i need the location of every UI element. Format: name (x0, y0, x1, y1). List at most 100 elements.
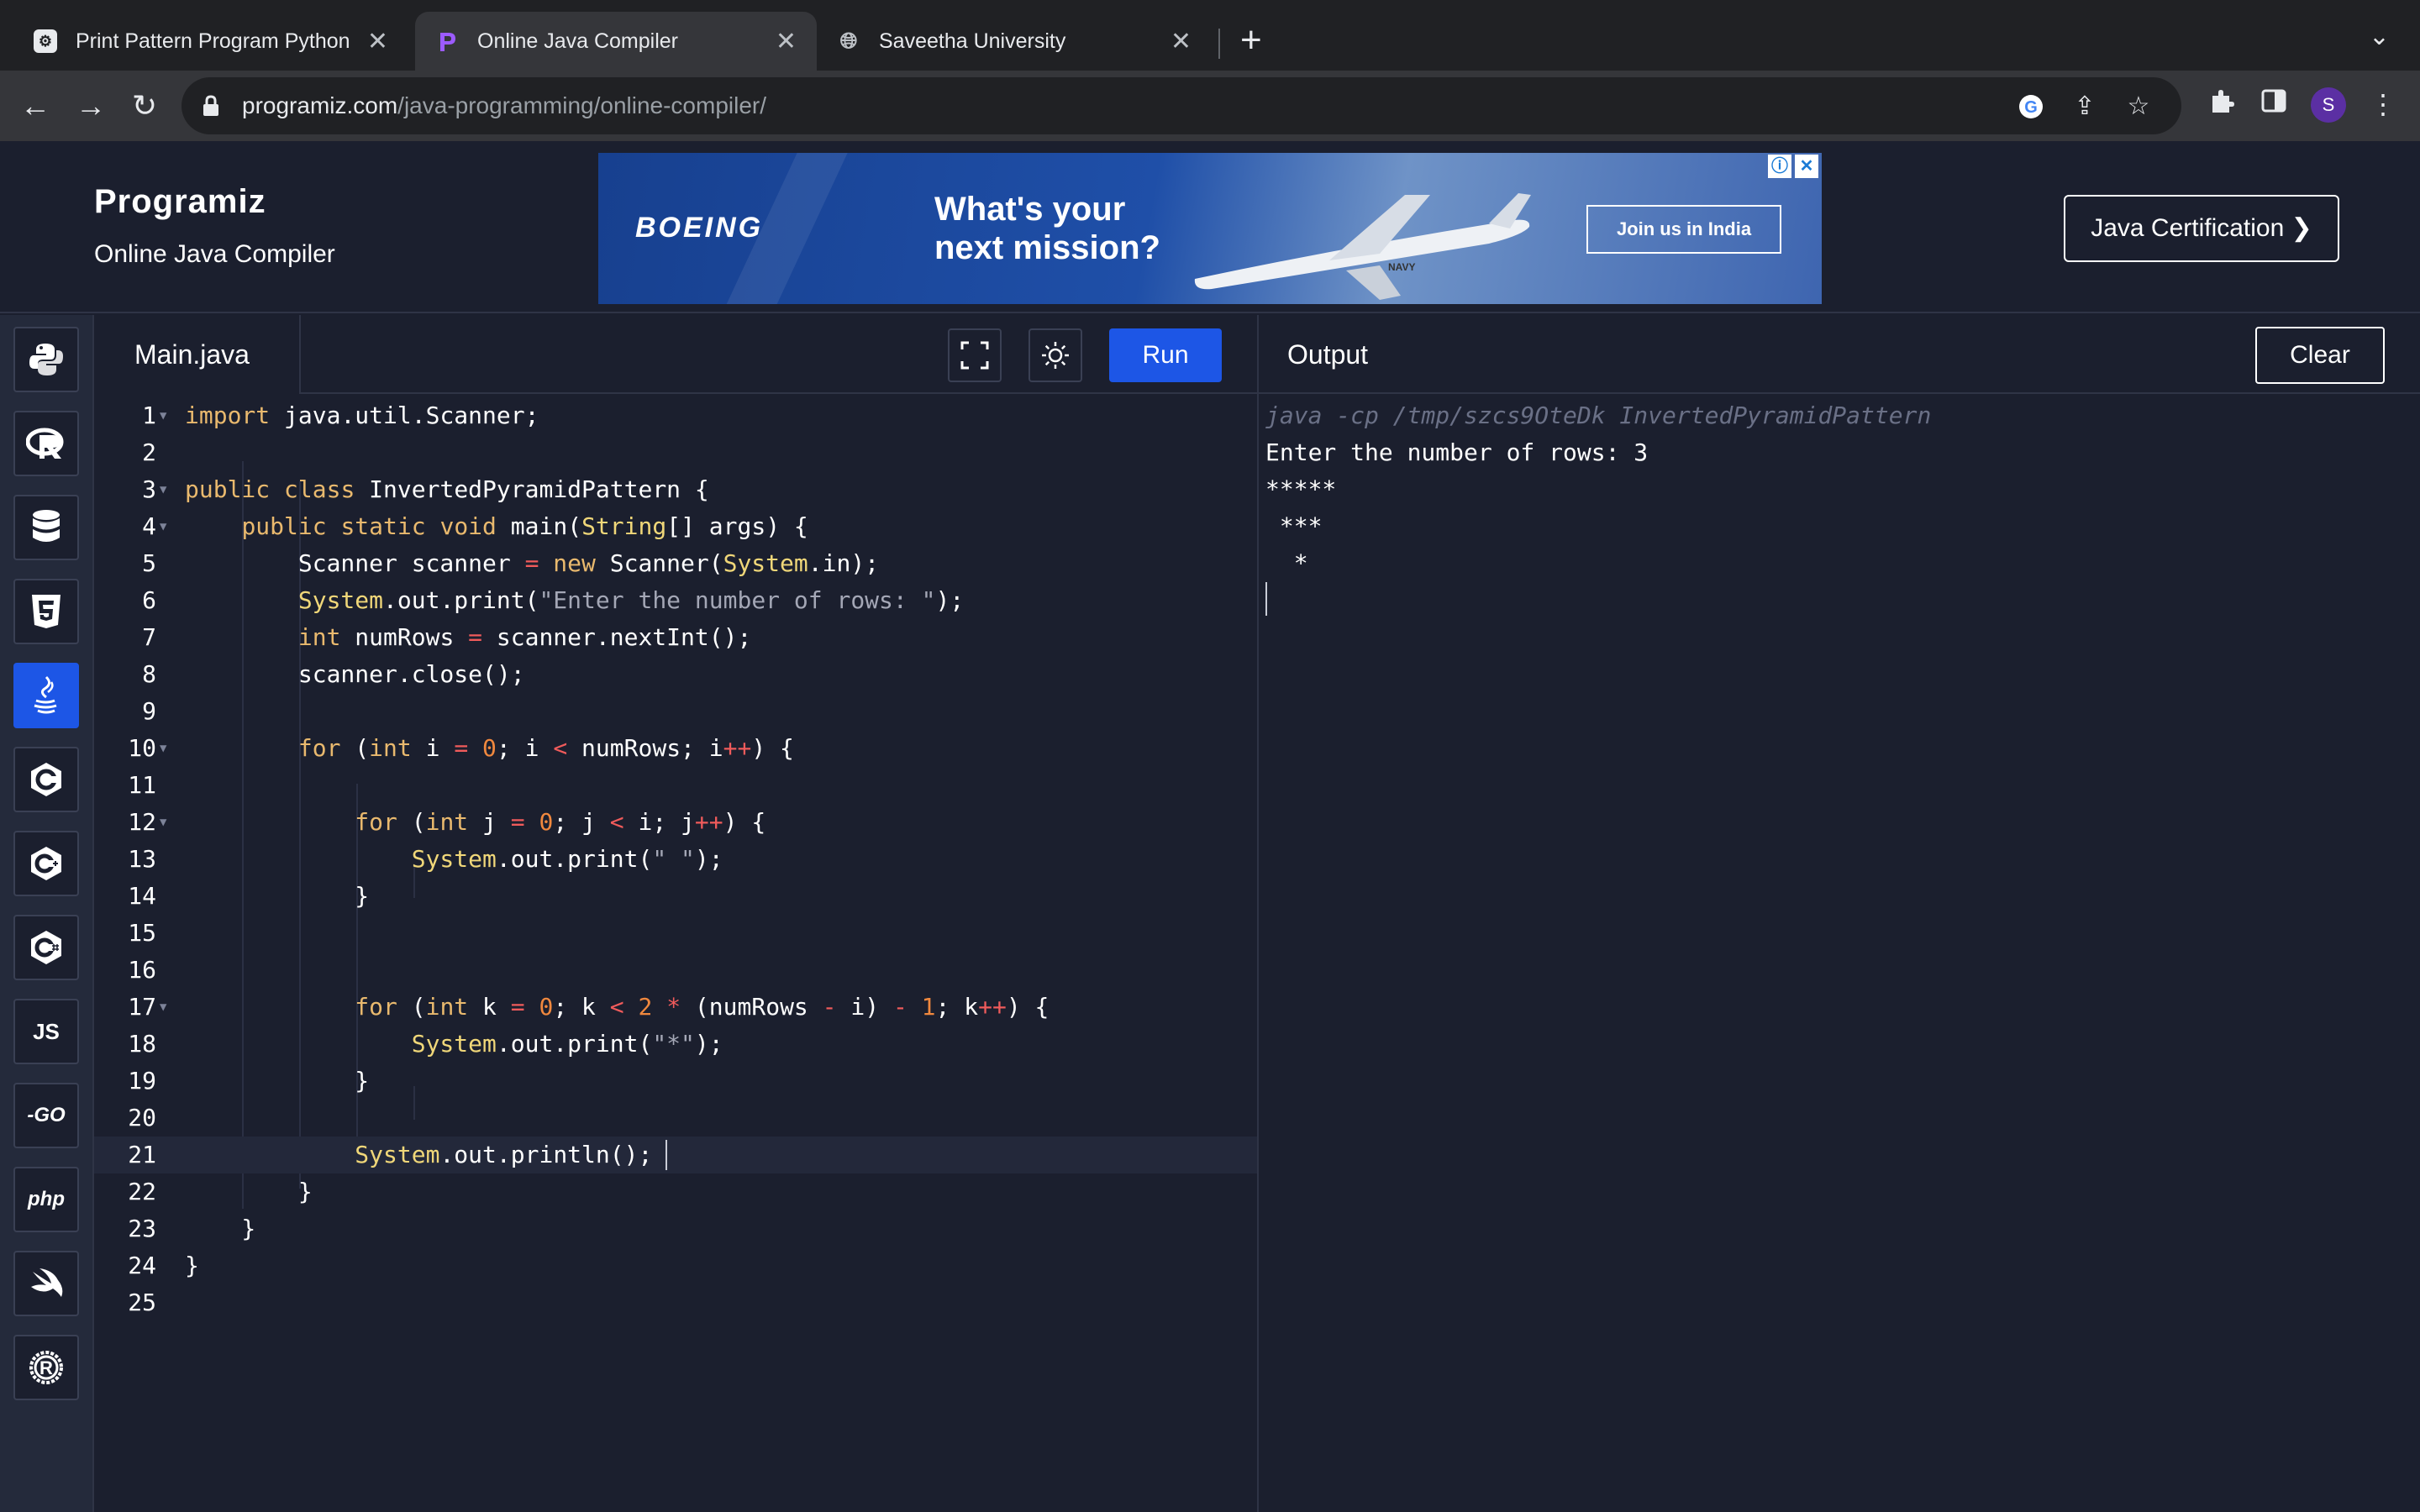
code-line: 9 (142, 697, 156, 725)
clear-button[interactable]: Clear (2255, 327, 2385, 384)
browser-tab-active[interactable]: Online Java Compiler ✕ (415, 12, 817, 71)
ad-brand: BOEING (635, 212, 764, 244)
code-line: 4 ▼ public static void main(String[] args… (142, 512, 808, 540)
swift-language-icon[interactable] (13, 1251, 79, 1316)
javascript-icon[interactable]: JS (13, 999, 79, 1064)
code-line: 16 (128, 956, 156, 984)
csharp-language-icon[interactable] (13, 915, 79, 980)
language-sidebar: JS -GO php R (0, 315, 94, 1512)
output-line: * (1265, 549, 1308, 577)
code-line: 8 scanner.close(); (142, 660, 525, 688)
code-line: 15 (128, 919, 156, 947)
svg-text:NAVY: NAVY (1388, 261, 1415, 273)
profile-avatar[interactable]: S (2311, 87, 2346, 123)
java-certification-button[interactable]: Java Certification ❯ (2064, 195, 2339, 262)
code-line: 24} (128, 1252, 199, 1279)
bookmark-star-icon[interactable]: ☆ (2124, 92, 2153, 121)
browser-menu-icon[interactable]: ⋮ (2366, 87, 2400, 121)
code-line: 14 } (128, 882, 370, 910)
code-line-current: 21 System.out.println(); (94, 1137, 1257, 1173)
browser-tab[interactable]: ⚙ Print Pattern Program Python ✕ (13, 12, 408, 71)
r-language-icon[interactable] (13, 411, 79, 476)
boeing-ad-banner[interactable]: BOEING What's your next mission? NAVY Jo… (598, 153, 1822, 304)
ad-close-icon[interactable]: ✕ (1795, 155, 1818, 178)
php-language-icon[interactable]: php (13, 1167, 79, 1232)
page-subtitle: Online Java Compiler (94, 240, 335, 268)
code-line: 18 System.out.print("*"); (128, 1030, 723, 1058)
share-icon[interactable]: ⇪ (2070, 92, 2099, 121)
ad-info-icon[interactable]: ⓘ (1768, 155, 1791, 178)
code-line: 11 (128, 771, 156, 799)
ad-cta-button[interactable]: Join us in India (1586, 205, 1781, 254)
address-bar[interactable]: programiz.com/java-programming/online-co… (182, 77, 2181, 134)
output-line: Enter the number of rows: 3 (1265, 438, 1649, 466)
run-button[interactable]: Run (1109, 328, 1222, 382)
code-line: 12 ▼ for (int j = 0; j < i; j++) { (128, 808, 766, 836)
close-tab-icon[interactable]: ✕ (367, 27, 388, 56)
python-language-icon[interactable] (13, 327, 79, 392)
code-line: 10 ▼ for (int i = 0; i < numRows; i++) { (128, 734, 794, 762)
cpp-language-icon[interactable] (13, 831, 79, 896)
side-panel-icon[interactable] (2257, 87, 2291, 121)
fullscreen-icon[interactable] (948, 328, 1002, 382)
new-tab-icon[interactable]: + (1240, 18, 1262, 62)
svg-text:G: G (2024, 98, 2038, 117)
theme-toggle-sun-icon[interactable] (1028, 328, 1082, 382)
html5-icon[interactable] (13, 579, 79, 644)
code-line: 25 (128, 1289, 156, 1316)
code-line: 17 ▼ for (int k = 0; k < 2 * (numRows - i… (128, 993, 1050, 1021)
editor-toolbar: Main.java Run (94, 315, 1257, 394)
site-header: Programiz Online Java Compiler BOEING Wh… (0, 141, 2420, 313)
browser-tab[interactable]: 🌐︎ Saveetha University ✕ (817, 12, 1212, 71)
close-tab-icon[interactable]: ✕ (1171, 27, 1192, 56)
code-line: 19 } (128, 1067, 370, 1095)
tab-title: Online Java Compiler (477, 29, 678, 53)
output-caret (1265, 582, 1267, 616)
back-arrow-icon[interactable]: ← (17, 87, 54, 124)
rust-language-icon[interactable]: R (13, 1335, 79, 1400)
chatgpt-icon: ⚙ (34, 29, 57, 53)
output-line: *** (1265, 512, 1323, 540)
tab-title: Saveetha University (879, 29, 1066, 53)
output-header: Output Clear (1259, 315, 2420, 394)
programiz-logo[interactable]: Programiz (94, 183, 266, 221)
tab-title: Print Pattern Program Python (76, 29, 350, 53)
code-line: 1 ▼ import java.util.Scanner; (142, 402, 539, 429)
code-line: 20 (128, 1104, 156, 1131)
ad-headline: What's your next mission? (934, 191, 1160, 266)
close-tab-icon[interactable]: ✕ (776, 27, 797, 56)
lock-icon (202, 95, 220, 117)
go-language-icon[interactable]: -GO (13, 1083, 79, 1148)
tab-separator (1218, 29, 1220, 59)
code-line: 5 Scanner scanner = new Scanner(System.i… (142, 549, 880, 577)
extensions-puzzle-icon[interactable] (2205, 87, 2238, 121)
tab-search-chevron-icon[interactable]: ⌄ (2369, 22, 2390, 51)
programiz-icon (435, 29, 459, 53)
text-caret (666, 1140, 667, 1170)
java-language-icon[interactable] (13, 663, 79, 728)
file-tab-main-java[interactable]: Main.java (94, 315, 301, 394)
code-line: 2 (142, 438, 156, 466)
forward-arrow-icon[interactable]: → (72, 87, 109, 124)
code-line: 13 System.out.print(" "); (128, 845, 723, 873)
c-language-icon[interactable] (13, 747, 79, 812)
sql-database-icon[interactable] (13, 495, 79, 560)
output-line: ***** (1265, 475, 1337, 503)
google-icon[interactable]: G (2017, 92, 2045, 121)
browser-tab-strip: ⚙ Print Pattern Program Python ✕ Online … (0, 0, 2420, 71)
output-command-line: java -cp /tmp/szcs9OteDk InvertedPyramid… (1265, 402, 1932, 429)
code-line: 23 } (128, 1215, 256, 1242)
reload-icon[interactable]: ↻ (126, 87, 163, 124)
code-editor[interactable]: 1 ▼ import java.util.Scanner; 2 3 ▼ public c… (94, 394, 1257, 1512)
output-console[interactable]: java -cp /tmp/szcs9OteDk InvertedPyramid… (1259, 394, 2420, 1512)
code-line: 7 int numRows = scanner.nextInt(); (142, 623, 752, 651)
url-text: programiz.com/java-programming/online-co… (242, 92, 767, 118)
code-line: 22 } (128, 1178, 313, 1205)
svg-text:R: R (39, 1357, 53, 1378)
airplane-image: NAVY (1194, 193, 1531, 300)
output-title: Output (1287, 339, 1369, 370)
code-line: 3 ▼ public class InvertedPyramidPattern { (142, 475, 709, 503)
ad-choices[interactable]: ⓘ ✕ (1768, 155, 1818, 178)
code-line: 6 System.out.print("Enter the number of … (142, 586, 965, 614)
globe-icon: 🌐︎ (839, 28, 858, 53)
